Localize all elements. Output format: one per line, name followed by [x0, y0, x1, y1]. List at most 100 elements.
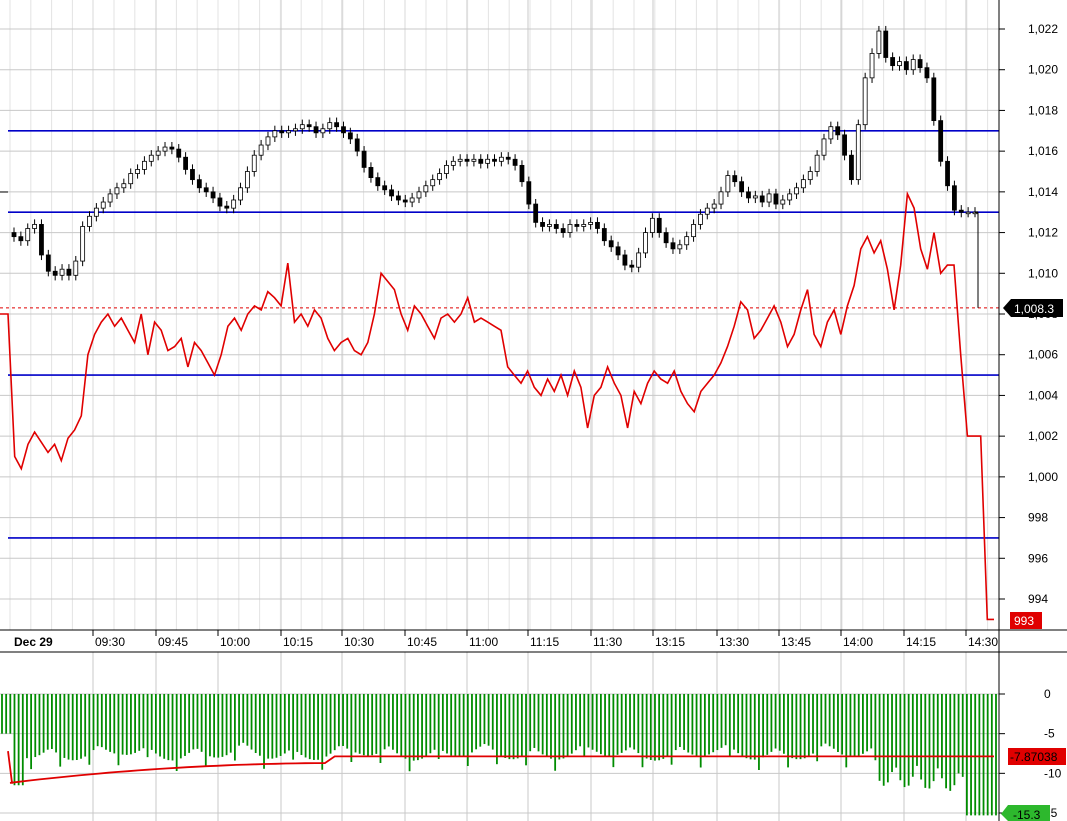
candle — [217, 192, 223, 212]
date-label: Dec 29 — [14, 635, 53, 649]
candle — [855, 119, 861, 185]
y-tick-label: 1,016 — [1028, 144, 1058, 158]
candle — [759, 190, 765, 208]
red-line-tag: 993 — [1010, 612, 1042, 629]
candle — [897, 56, 902, 71]
x-tick-label: 14:15 — [906, 635, 936, 649]
candle — [498, 152, 504, 167]
candle — [286, 125, 291, 138]
candle — [444, 160, 449, 179]
candle — [787, 188, 793, 206]
candle — [931, 72, 937, 126]
candle — [52, 266, 58, 281]
y-tick-label: 0 — [1044, 687, 1051, 701]
candle — [711, 198, 717, 214]
candle — [869, 48, 875, 83]
candle — [121, 178, 127, 193]
candle — [128, 168, 134, 189]
y-tick-label: 1,000 — [1028, 470, 1058, 484]
candle — [903, 56, 909, 75]
y-tick-label: 994 — [1028, 592, 1048, 606]
y-tick-label: -10 — [1044, 766, 1062, 780]
candle — [39, 219, 44, 261]
price-grid — [0, 0, 999, 630]
candle — [945, 156, 950, 191]
candle — [389, 184, 394, 202]
candle — [663, 227, 669, 248]
stock-chart: 1,022 1,020 1,018 1,016 1,014 1,012 1,010 1,008… — [0, 0, 1067, 821]
candle — [725, 170, 731, 197]
time-x-axis: Dec 29 09:30 09:45 10:00 10:15 10:30 10:45 11:… — [14, 630, 998, 649]
candle — [114, 182, 120, 199]
y-tick-label: 996 — [1028, 551, 1048, 565]
candle — [183, 152, 189, 175]
candle — [320, 123, 326, 138]
candle — [910, 54, 916, 75]
candle — [190, 164, 195, 185]
candle — [718, 186, 724, 210]
candle — [629, 260, 635, 273]
candle — [210, 186, 216, 204]
y-tick-label: 1,012 — [1028, 226, 1058, 240]
candle — [842, 129, 847, 161]
y-tick-label: 1,002 — [1028, 429, 1058, 443]
candle — [265, 131, 271, 151]
candle — [560, 223, 566, 238]
candle — [334, 117, 340, 132]
candle — [952, 180, 957, 216]
x-tick-label: 10:45 — [407, 635, 437, 649]
candle — [313, 121, 319, 138]
candle — [890, 52, 896, 71]
candle — [437, 168, 442, 185]
candle — [807, 166, 813, 185]
candle — [794, 182, 799, 199]
x-tick-label: 09:45 — [158, 635, 188, 649]
candle — [18, 231, 24, 246]
candle — [636, 247, 642, 273]
oscillator-line-value: -7.87038 — [1010, 750, 1058, 764]
x-tick-label: 10:30 — [344, 635, 374, 649]
x-tick-label: 14:30 — [968, 635, 998, 649]
candle — [814, 150, 820, 177]
candle — [87, 211, 92, 232]
candle — [375, 172, 381, 191]
candle — [862, 72, 868, 130]
y-tick-label: 1,010 — [1028, 266, 1058, 280]
y-tick-label: 1,020 — [1028, 63, 1058, 77]
candle — [485, 154, 491, 169]
candlestick-series — [11, 25, 978, 281]
candle — [471, 154, 477, 167]
candle — [828, 121, 834, 145]
candle — [93, 203, 99, 222]
x-tick-label: 13:30 — [719, 635, 749, 649]
candle — [601, 223, 607, 246]
candle — [800, 174, 806, 193]
candle — [526, 176, 532, 210]
candle — [684, 231, 690, 250]
x-tick-label: 13:45 — [781, 635, 811, 649]
candle — [203, 182, 209, 197]
oscillator-line-tag: -7.87038 — [1008, 748, 1066, 765]
candle — [176, 144, 182, 163]
x-tick-label: 11:30 — [593, 635, 622, 649]
candle — [73, 255, 79, 281]
candle — [519, 160, 525, 187]
candle — [272, 125, 278, 142]
y-tick-label: 1,018 — [1028, 103, 1058, 117]
candle — [80, 221, 86, 267]
candle — [615, 241, 621, 261]
candle — [670, 237, 676, 254]
candle — [416, 186, 422, 204]
x-tick-label: 10:00 — [220, 635, 250, 649]
candle — [361, 146, 367, 173]
last-price-label: 1,008.3 — [1014, 302, 1054, 316]
candle — [732, 170, 738, 187]
candle — [100, 196, 106, 214]
candle — [574, 219, 580, 232]
candle — [196, 174, 202, 193]
candle — [938, 115, 944, 167]
candle — [395, 190, 401, 206]
x-tick-label: 11:00 — [469, 635, 498, 649]
y-tick-label: 1,004 — [1028, 388, 1058, 402]
candle — [231, 194, 237, 214]
